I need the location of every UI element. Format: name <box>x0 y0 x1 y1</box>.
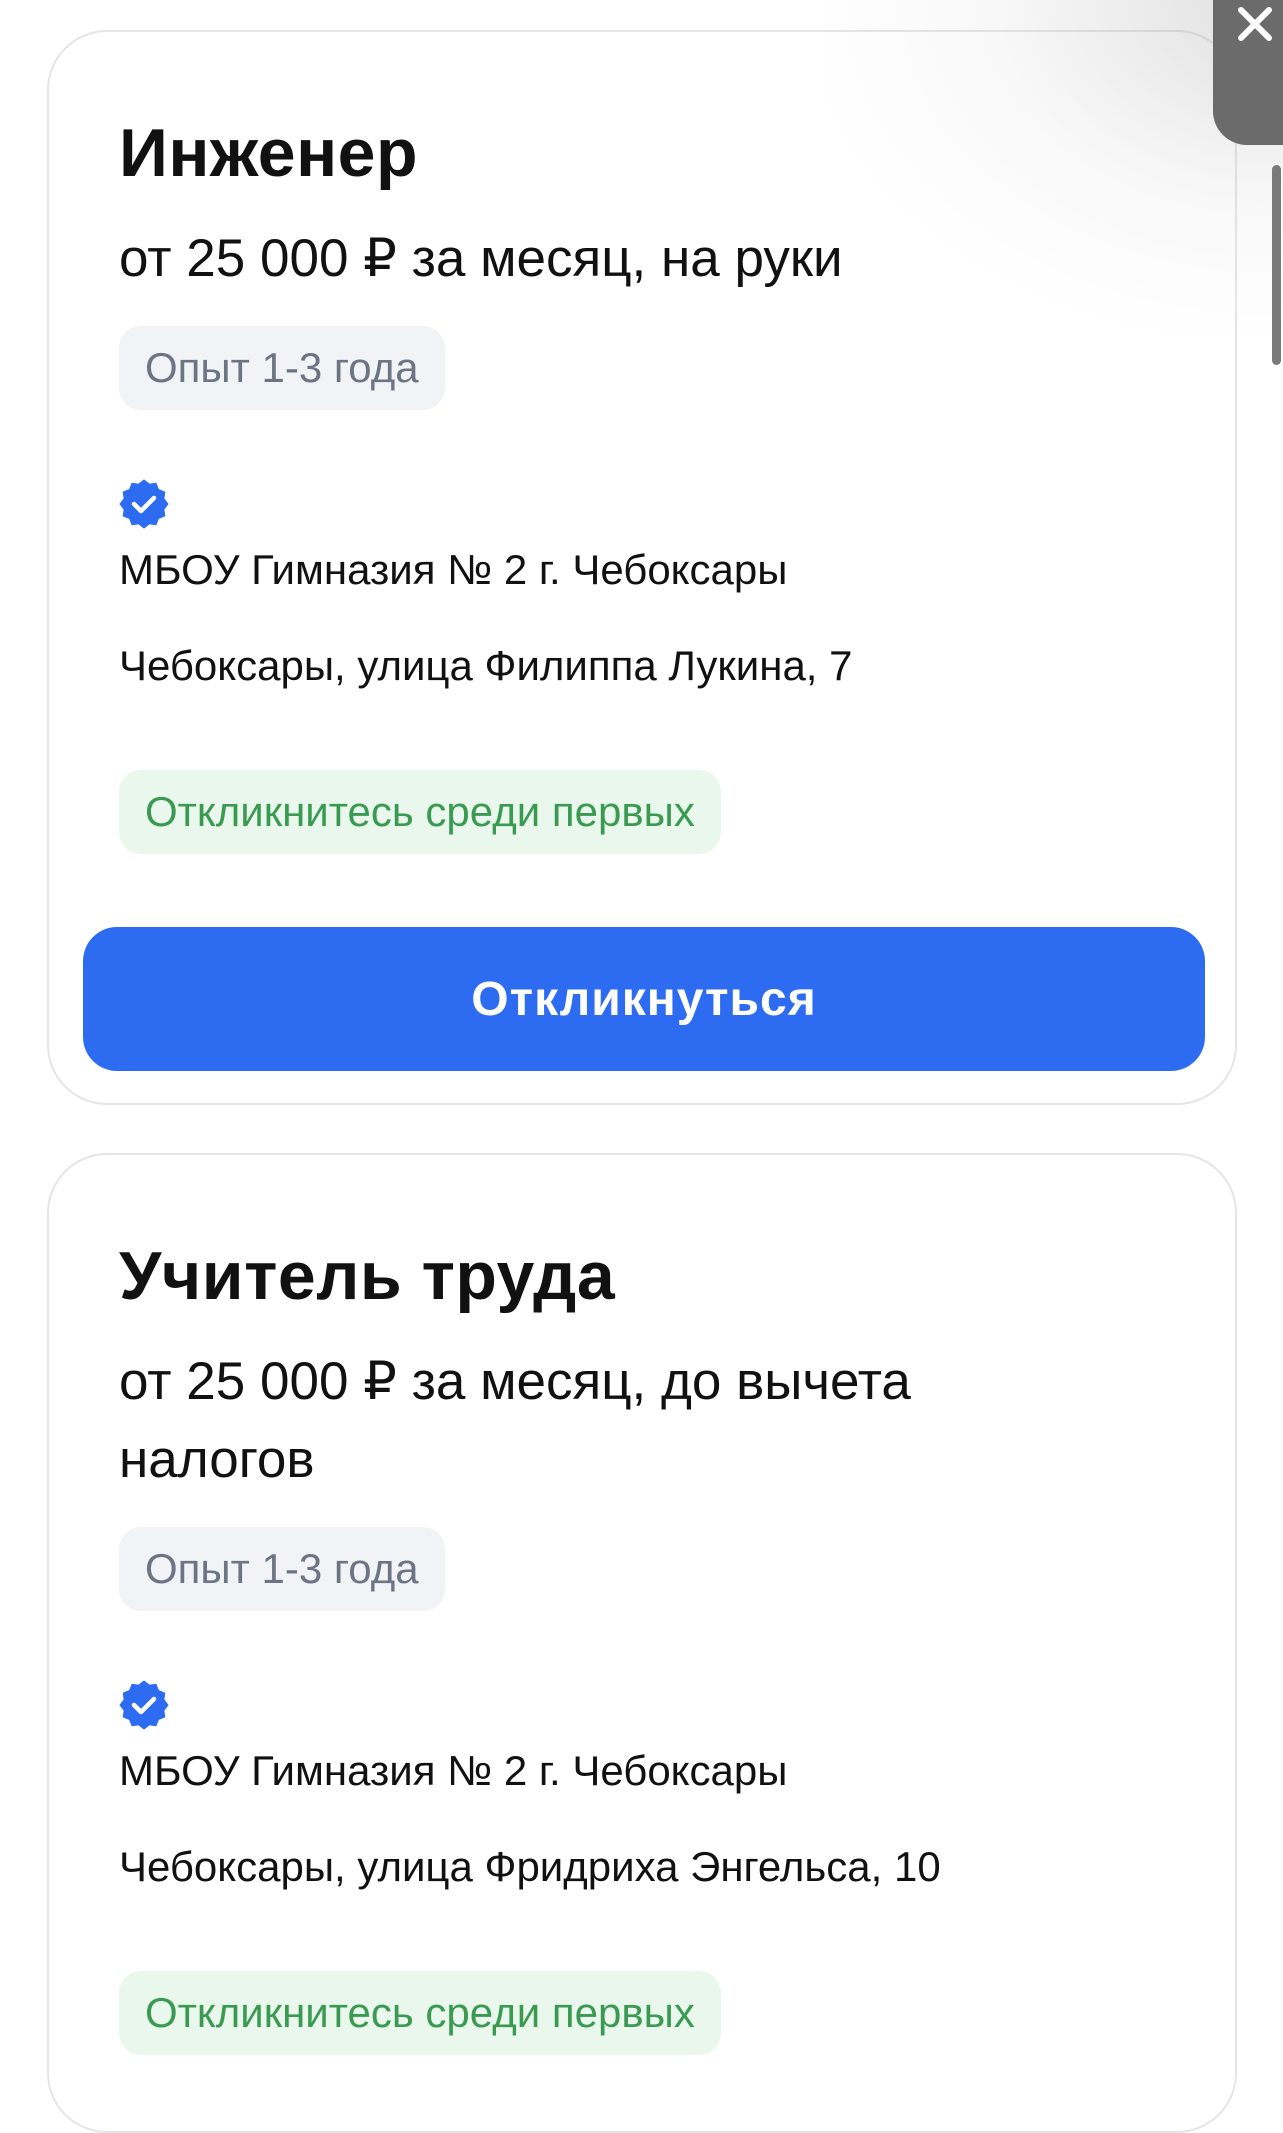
scrollbar[interactable] <box>1272 165 1281 365</box>
vacancy-address: Чебоксары, улица Фридриха Энгельса, 10 <box>119 1843 941 1890</box>
vacancy-card[interactable]: Учитель труда от 25 000 ₽ за месяц, до в… <box>47 1153 1237 2133</box>
respond-first-badge: Откликнитесь среди первых <box>119 770 721 854</box>
verified-check-icon <box>119 479 169 529</box>
vacancy-title[interactable]: Учитель труда <box>119 1237 615 1315</box>
company-name[interactable]: МБОУ Гимназия № 2 г. Чебоксары <box>119 546 787 594</box>
respond-first-badge: Откликнитесь среди первых <box>119 1971 721 2055</box>
experience-chip: Опыт 1-3 года <box>119 326 445 410</box>
respond-button[interactable]: Откликнуться <box>83 927 1205 1071</box>
vacancy-salary: от 25 000 ₽ за месяц, до вычета налогов <box>119 1352 911 1489</box>
company-name[interactable]: МБОУ Гимназия № 2 г. Чебоксары <box>119 1747 787 1795</box>
vacancy-card[interactable]: Инженер от 25 000 ₽ за месяц, на руки Оп… <box>47 30 1237 1105</box>
vacancy-salary: от 25 000 ₽ за месяц, на руки <box>119 229 843 288</box>
close-icon <box>1238 7 1272 41</box>
verified-check-icon <box>119 1680 169 1730</box>
close-button[interactable] <box>1213 0 1283 145</box>
vacancy-title[interactable]: Инженер <box>119 114 418 192</box>
experience-chip: Опыт 1-3 года <box>119 1527 445 1611</box>
vacancy-address: Чебоксары, улица Филиппа Лукина, 7 <box>119 642 853 689</box>
